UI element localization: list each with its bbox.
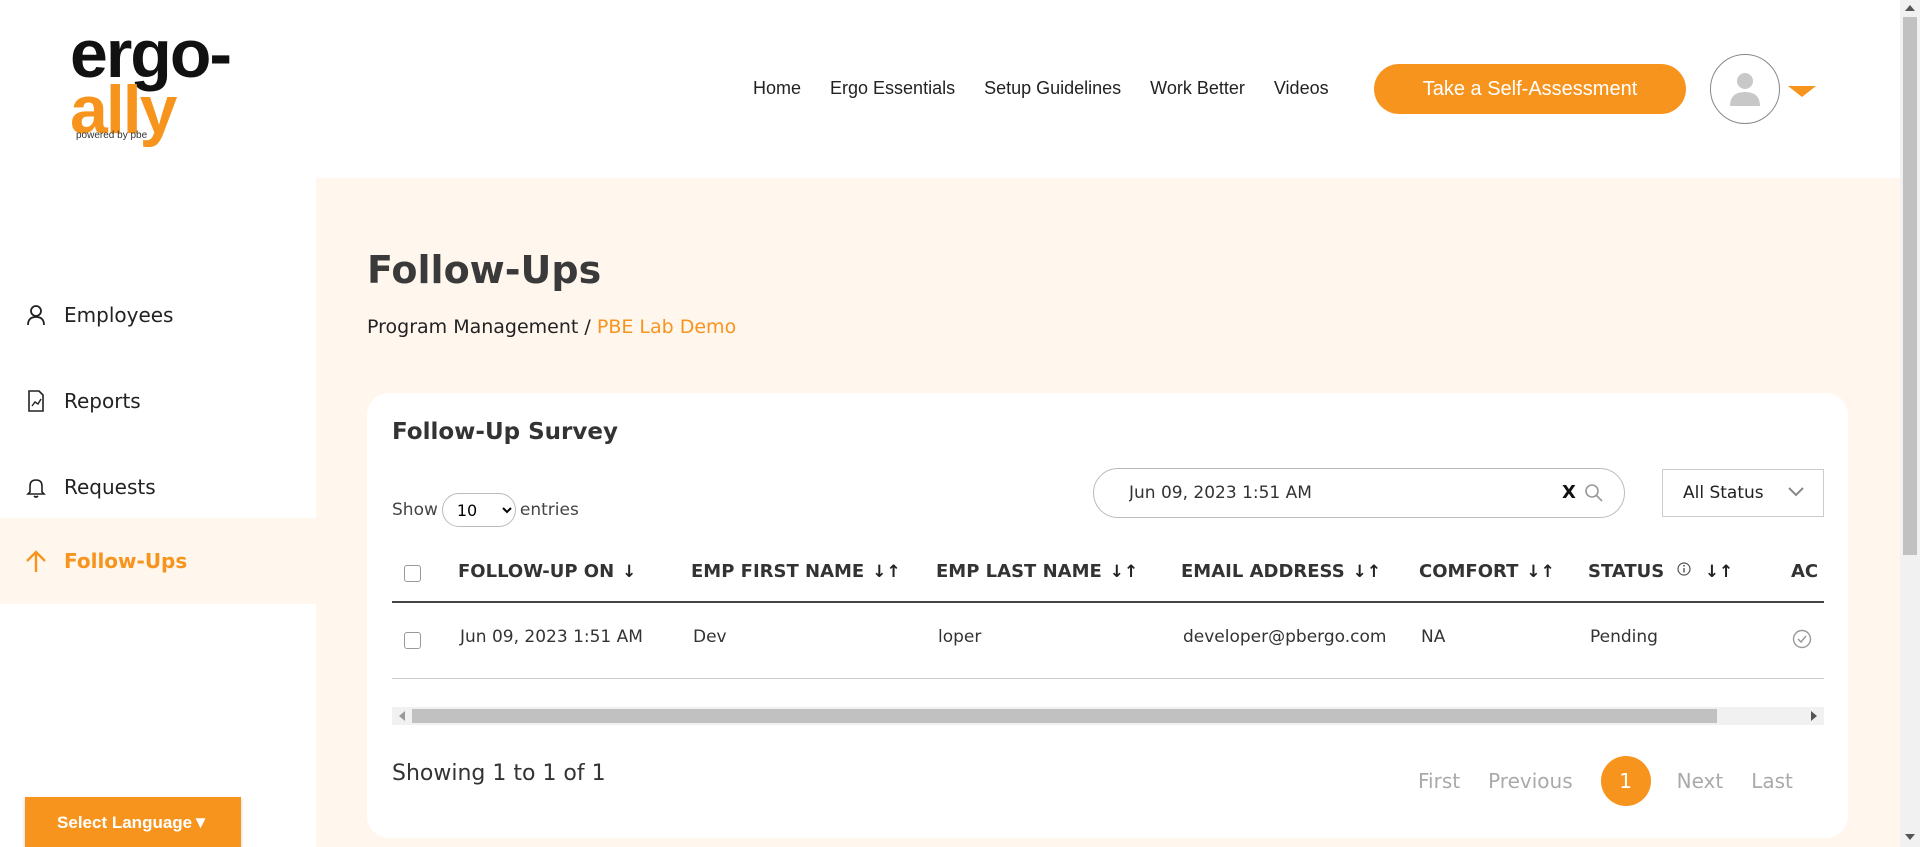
page-title: Follow-Ups <box>367 248 602 292</box>
cell-comfort: NA <box>1421 627 1446 647</box>
sort-icon[interactable]: ↓↑ <box>1110 562 1139 582</box>
scroll-left-arrow-icon[interactable] <box>399 711 405 721</box>
ergo-ally-logo[interactable]: ergo- ally powered by pbe <box>70 20 290 145</box>
status-filter-value: All Status <box>1683 483 1764 503</box>
entries-select[interactable]: 10 <box>441 493 516 527</box>
sidebar-item-label: Reports <box>64 389 141 413</box>
main-content: Follow-Ups Program Management / PBE Lab … <box>316 178 1900 847</box>
scroll-up-arrow-icon[interactable] <box>1905 5 1915 11</box>
column-header-follow-up-on[interactable]: FOLLOW-UP ON ↓ <box>458 561 636 582</box>
entries-length-control: Show 10 entries <box>392 493 579 527</box>
check-circle-icon[interactable] <box>1792 629 1812 649</box>
breadcrumb-separator: / <box>584 316 591 338</box>
breadcrumb-current[interactable]: PBE Lab Demo <box>597 316 736 338</box>
report-icon <box>24 389 48 413</box>
cell-first-name: Dev <box>693 627 727 647</box>
card-title: Follow-Up Survey <box>392 419 618 445</box>
column-header-last-name[interactable]: EMP LAST NAME ↓↑ <box>936 561 1138 582</box>
breadcrumb-parent[interactable]: Program Management <box>367 316 578 338</box>
column-header-comfort[interactable]: COMFORT ↓↑ <box>1419 561 1555 582</box>
user-menu-caret-icon[interactable] <box>1788 86 1816 97</box>
sidebar-item-reports[interactable]: Reports <box>0 358 316 444</box>
top-header: ergo- ally powered by pbe Home Ergo Esse… <box>0 0 1900 178</box>
breadcrumb: Program Management / PBE Lab Demo <box>367 316 736 338</box>
select-language-button[interactable]: Select Language▼ <box>25 797 241 847</box>
table-info: Showing 1 to 1 of 1 <box>392 761 606 786</box>
table-header: FOLLOW-UP ON ↓ EMP FIRST NAME ↓↑ EMP LAST … <box>392 543 1824 603</box>
page-first-button[interactable]: First <box>1418 769 1460 793</box>
column-header-status[interactable]: STATUS ↓↑ <box>1588 561 1733 582</box>
main-nav: Home Ergo Essentials Setup Guidelines Wo… <box>753 78 1358 99</box>
search-input[interactable] <box>1129 483 1549 503</box>
page-next-button[interactable]: Next <box>1677 769 1724 793</box>
sidebar-nav: Employees Reports Requests Follow-Ups <box>0 178 316 847</box>
nav-home[interactable]: Home <box>753 78 801 99</box>
column-header-actions: AC <box>1791 561 1819 582</box>
search-box: X <box>1093 468 1625 518</box>
nav-work-better[interactable]: Work Better <box>1150 78 1245 99</box>
scroll-down-arrow-icon[interactable] <box>1905 834 1915 840</box>
sort-icon[interactable]: ↓↑ <box>1353 562 1382 582</box>
cell-status: Pending <box>1590 627 1658 647</box>
info-icon[interactable] <box>1676 562 1691 576</box>
page: ergo- ally powered by pbe Home Ergo Esse… <box>0 0 1920 847</box>
column-header-first-name[interactable]: EMP FIRST NAME ↓↑ <box>691 561 901 582</box>
page-vertical-scrollbar[interactable] <box>1900 0 1920 847</box>
entries-label: entries <box>519 500 579 520</box>
sidebar-item-label: Employees <box>64 303 174 327</box>
follow-up-table: FOLLOW-UP ON ↓ EMP FIRST NAME ↓↑ EMP LAST … <box>392 543 1824 693</box>
page-last-button[interactable]: Last <box>1751 769 1793 793</box>
sort-desc-icon[interactable]: ↓ <box>622 562 636 582</box>
status-filter-dropdown[interactable]: All Status <box>1662 469 1824 517</box>
row-checkbox[interactable] <box>404 632 421 649</box>
user-placeholder-icon <box>1730 73 1760 106</box>
sort-icon[interactable]: ↓↑ <box>1705 562 1734 582</box>
nav-setup-guidelines[interactable]: Setup Guidelines <box>984 78 1121 99</box>
clear-search-button[interactable]: X <box>1562 482 1576 503</box>
cell-email: developer@pbergo.com <box>1183 627 1387 647</box>
table-horizontal-scrollbar[interactable] <box>392 707 1824 725</box>
chevron-down-icon <box>1788 487 1804 497</box>
column-header-email[interactable]: EMAIL ADDRESS ↓↑ <box>1181 561 1381 582</box>
take-self-assessment-button[interactable]: Take a Self-Assessment <box>1374 64 1686 114</box>
avatar[interactable] <box>1710 54 1780 124</box>
sort-icon[interactable]: ↓↑ <box>1526 562 1555 582</box>
nav-videos[interactable]: Videos <box>1274 78 1329 99</box>
sidebar-item-label: Requests <box>64 475 156 499</box>
select-all-checkbox[interactable] <box>404 565 421 582</box>
page-previous-button[interactable]: Previous <box>1488 769 1573 793</box>
scroll-right-arrow-icon[interactable] <box>1811 711 1817 721</box>
search-icon[interactable] <box>1584 483 1604 503</box>
arrow-up-icon <box>24 549 48 573</box>
scroll-thumb[interactable] <box>412 709 1717 723</box>
sort-icon[interactable]: ↓↑ <box>872 562 901 582</box>
pagination: First Previous 1 Next Last <box>1418 756 1821 806</box>
cell-follow-up-on: Jun 09, 2023 1:51 AM <box>460 627 643 647</box>
person-icon <box>24 303 48 327</box>
cell-last-name: loper <box>938 627 982 647</box>
bell-icon <box>24 475 48 499</box>
show-label: Show <box>392 500 438 520</box>
page-number-current[interactable]: 1 <box>1600 756 1651 806</box>
sidebar-item-label: Follow-Ups <box>64 549 188 573</box>
scroll-thumb[interactable] <box>1903 17 1917 555</box>
sidebar-item-employees[interactable]: Employees <box>0 272 316 358</box>
follow-up-survey-card: Follow-Up Survey Show 10 entries X All S… <box>367 393 1848 838</box>
nav-ergo-essentials[interactable]: Ergo Essentials <box>830 78 955 99</box>
logo-tagline: powered by pbe <box>76 130 148 141</box>
table-row: Jun 09, 2023 1:51 AM Dev loper developer… <box>392 603 1824 679</box>
sidebar-item-follow-ups[interactable]: Follow-Ups <box>0 518 316 604</box>
